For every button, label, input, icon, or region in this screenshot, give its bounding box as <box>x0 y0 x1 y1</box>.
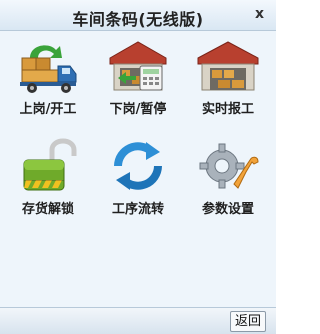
menu-item-inventory-unlock[interactable]: 存货解锁 <box>8 136 88 236</box>
back-button[interactable]: 返回 <box>229 311 266 332</box>
app-window: 车间条码(无线版) x 上岗/开工 下岗/暂停 实时报工 存货解锁 工序流转 参… <box>0 0 276 334</box>
menu-item-process-flow[interactable]: 工序流转 <box>98 136 178 236</box>
menu-item-clock-in[interactable]: 上岗/开工 <box>8 36 88 136</box>
bottom-bar: 返回 <box>0 307 276 334</box>
menu-item-realtime-report[interactable]: 实时报工 <box>188 36 268 136</box>
refresh-arrows-icon <box>114 142 162 190</box>
delivery-truck-icon <box>20 45 77 93</box>
warehouse-calculator-icon <box>109 41 167 91</box>
menu-item-settings[interactable]: 参数设置 <box>188 136 268 236</box>
title-bar: 车间条码(无线版) x <box>0 0 276 31</box>
settings-gear-icon <box>199 143 259 189</box>
unlock-padlock-icon <box>23 138 77 191</box>
menu-item-label: 下岗/暂停 <box>109 102 167 117</box>
menu-item-label: 实时报工 <box>201 102 254 117</box>
warehouse-icon <box>197 41 259 91</box>
close-button[interactable]: x <box>255 6 264 22</box>
menu-item-clock-out[interactable]: 下岗/暂停 <box>98 36 178 136</box>
menu-item-label: 参数设置 <box>201 202 254 217</box>
menu-item-label: 存货解锁 <box>21 202 74 217</box>
menu-item-label: 上岗/开工 <box>19 102 77 117</box>
menu-item-label: 工序流转 <box>111 202 164 217</box>
window-title: 车间条码(无线版) <box>72 10 204 29</box>
